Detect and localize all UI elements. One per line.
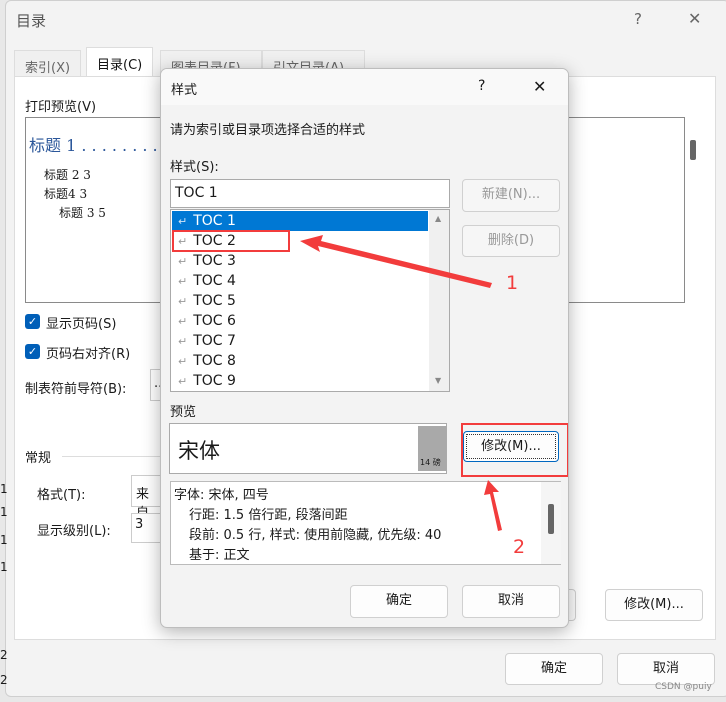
annotation-label-2: 2 — [513, 536, 526, 558]
arrow-2 — [484, 480, 502, 531]
annotation-label-1: 1 — [506, 272, 519, 294]
annotation-arrows — [300, 235, 502, 531]
arrow-1 — [300, 235, 492, 288]
